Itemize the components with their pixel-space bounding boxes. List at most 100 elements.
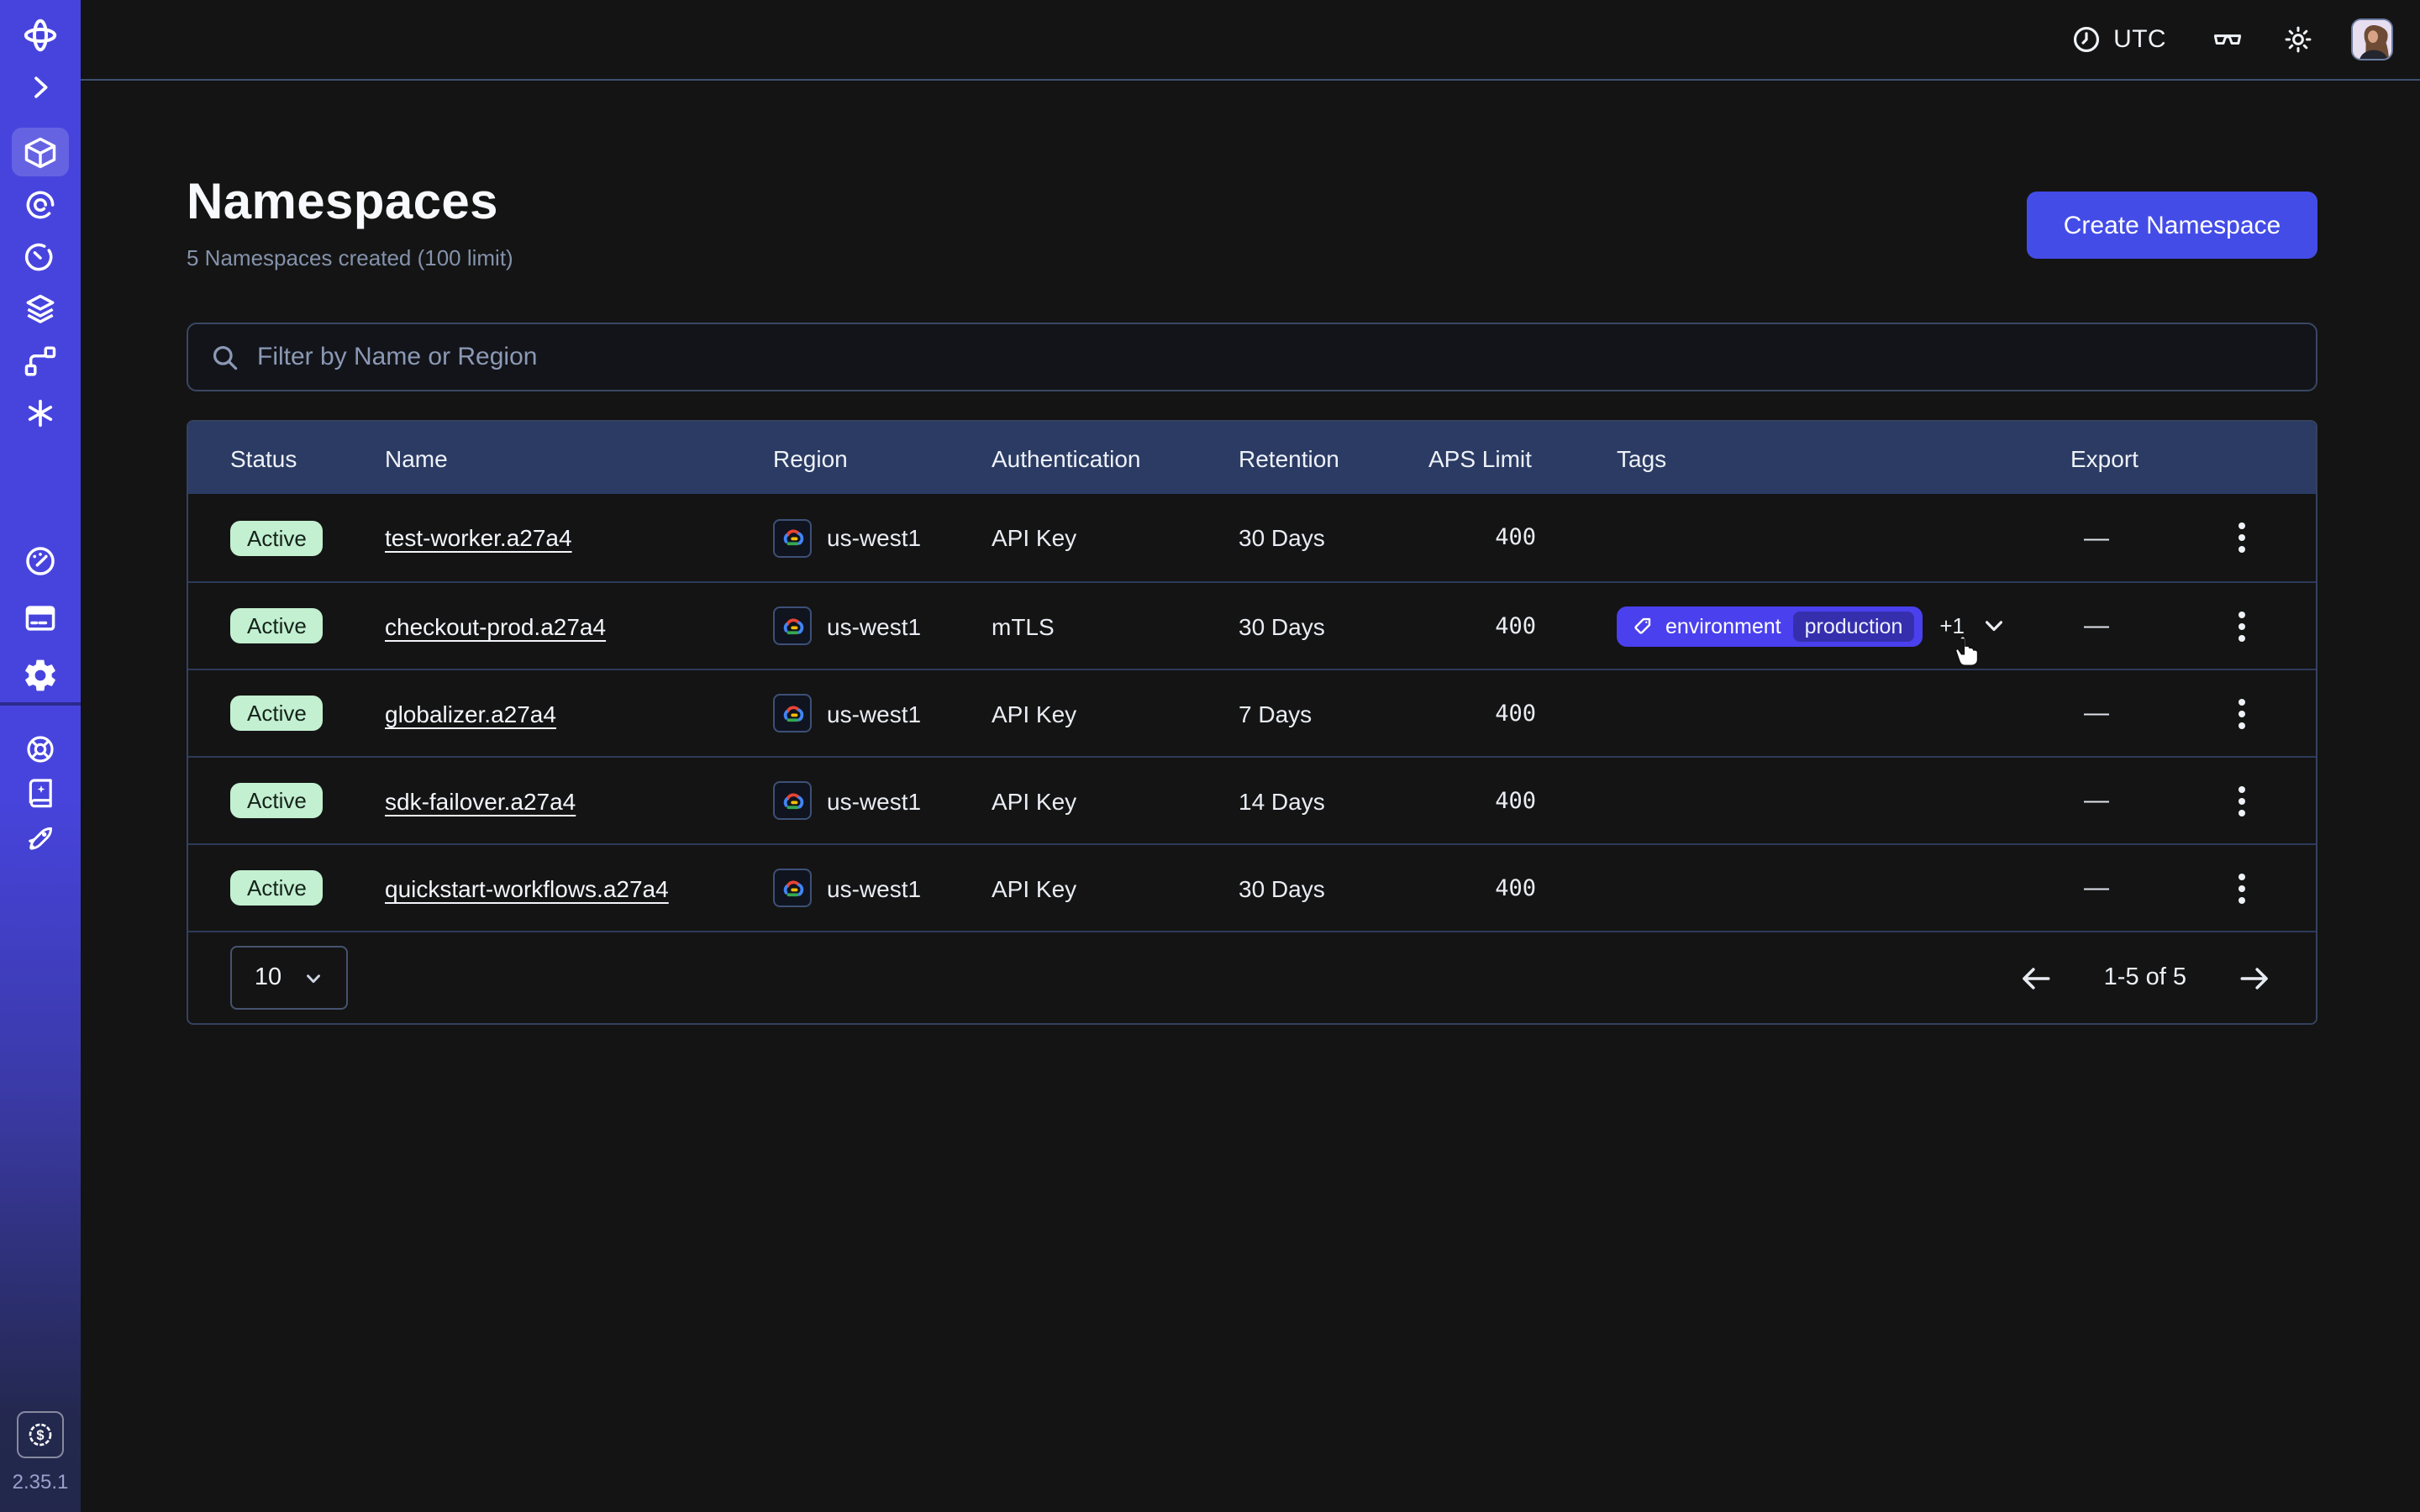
book-icon[interactable] [24, 776, 57, 810]
rocket-icon[interactable] [24, 822, 57, 855]
region-name: us-west1 [827, 787, 921, 814]
auth-cell: API Key [992, 524, 1239, 551]
auth-cell: API Key [992, 874, 1239, 901]
tags-expand-chevron-icon[interactable] [1981, 613, 2007, 638]
col-export: Export [2070, 444, 2316, 471]
google-cloud-icon [773, 518, 812, 557]
gauge-icon[interactable] [22, 543, 59, 580]
status-cell: Active [230, 783, 385, 818]
status-cell: Active [230, 696, 385, 731]
region-cell: us-west1 [773, 694, 992, 732]
col-name: Name [385, 444, 773, 471]
timer-icon[interactable] [22, 239, 59, 276]
status-cell: Active [230, 870, 385, 906]
billing-card-icon[interactable] [22, 600, 59, 637]
dollar-badge-icon[interactable]: $ [17, 1411, 64, 1458]
timezone-label: UTC [2113, 25, 2166, 54]
namespace-link[interactable]: quickstart-workflows.a27a4 [385, 874, 669, 901]
region-cell: us-west1 [773, 606, 992, 645]
tags-more-count: +1 [1939, 613, 1965, 638]
page-title: Namespaces [187, 175, 498, 232]
graph-icon[interactable] [22, 343, 59, 380]
region-name: us-west1 [827, 612, 921, 639]
col-tags: Tags [1617, 444, 2070, 471]
export-cell: — [2070, 691, 2316, 735]
row-menu-button[interactable] [2232, 516, 2252, 559]
table-row: Active checkout-prod.a27a4 us-west1 mTLS… [188, 581, 2316, 669]
namespace-link[interactable]: globalizer.a27a4 [385, 700, 556, 727]
export-cell: — [2070, 604, 2316, 648]
retention-cell: 30 Days [1239, 874, 1428, 901]
name-cell: globalizer.a27a4 [385, 700, 773, 727]
search-icon [210, 342, 240, 372]
filter-input[interactable] [257, 324, 2316, 390]
status-badge: Active [230, 696, 324, 731]
status-badge: Active [230, 783, 324, 818]
region-cell: us-west1 [773, 869, 992, 907]
status-badge: Active [230, 520, 324, 555]
timezone-selector[interactable]: UTC [2070, 24, 2166, 55]
aps-limit-cell: 400 [1428, 700, 1617, 727]
cube-icon[interactable] [22, 134, 59, 171]
namespace-link[interactable]: checkout-prod.a27a4 [385, 612, 606, 639]
name-cell: test-worker.a27a4 [385, 524, 773, 551]
export-value: — [2084, 612, 2109, 640]
temporal-logo[interactable] [20, 15, 60, 55]
region-name: us-west1 [827, 874, 921, 901]
col-status: Status [230, 444, 385, 471]
aps-limit-cell: 400 [1428, 612, 1617, 639]
export-value: — [2084, 786, 2109, 815]
tag-pill[interactable]: environment production [1617, 606, 1923, 646]
google-cloud-icon [773, 869, 812, 907]
retention-cell: 30 Days [1239, 524, 1428, 551]
aps-limit-cell: 400 [1428, 787, 1617, 814]
table-row: Active quickstart-workflows.a27a4 us-wes… [188, 843, 2316, 931]
row-menu-button[interactable] [2232, 866, 2252, 910]
row-menu-button[interactable] [2232, 779, 2252, 822]
google-cloud-icon [773, 606, 812, 645]
next-page-button[interactable] [2233, 957, 2275, 999]
retention-cell: 7 Days [1239, 700, 1428, 727]
lifebuoy-icon[interactable] [24, 732, 57, 766]
chevron-right-icon[interactable] [24, 71, 57, 104]
table-row: Active test-worker.a27a4 us-west1 API Ke… [188, 494, 2316, 581]
asterisk-icon[interactable] [22, 395, 59, 432]
export-cell: — [2070, 866, 2316, 910]
retention-cell: 14 Days [1239, 787, 1428, 814]
retention-cell: 30 Days [1239, 612, 1428, 639]
filter-bar [187, 323, 2317, 391]
row-menu-button[interactable] [2232, 604, 2252, 648]
page-subtitle: 5 Namespaces created (100 limit) [187, 245, 513, 270]
aps-limit-cell: 400 [1428, 874, 1617, 901]
region-cell: us-west1 [773, 518, 992, 557]
pager-range: 1-5 of 5 [2104, 964, 2186, 991]
app-window: $ 2.35.1 UTC [0, 0, 2420, 1512]
row-menu-button[interactable] [2232, 691, 2252, 735]
table-row: Active globalizer.a27a4 us-west1 API Key… [188, 669, 2316, 756]
col-region: Region [773, 444, 992, 471]
namespaces-table: Status Name Region Authentication Retent… [187, 420, 2317, 1025]
table-row: Active sdk-failover.a27a4 us-west1 API K… [188, 756, 2316, 843]
name-cell: quickstart-workflows.a27a4 [385, 874, 773, 901]
prev-page-button[interactable] [2015, 957, 2057, 999]
app-version: 2.35.1 [0, 1470, 81, 1494]
gear-icon[interactable] [22, 657, 59, 694]
layers-icon[interactable] [22, 291, 59, 328]
clock-icon [2070, 24, 2102, 55]
table-footer: 10 1-5 of 5 [188, 931, 2316, 1023]
export-cell: — [2070, 516, 2316, 559]
avatar[interactable] [2351, 18, 2393, 60]
create-namespace-button[interactable]: Create Namespace [2027, 192, 2317, 259]
region-cell: us-west1 [773, 781, 992, 820]
namespace-link[interactable]: test-worker.a27a4 [385, 524, 572, 551]
namespace-link[interactable]: sdk-failover.a27a4 [385, 787, 576, 814]
aps-limit-cell: 400 [1428, 524, 1617, 551]
region-name: us-west1 [827, 700, 921, 727]
google-cloud-icon [773, 694, 812, 732]
spiral-icon[interactable] [22, 186, 59, 223]
table-body: Active test-worker.a27a4 us-west1 API Ke… [188, 494, 2316, 931]
auth-cell: mTLS [992, 612, 1239, 639]
page-size-select[interactable]: 10 [230, 946, 348, 1010]
glasses-icon[interactable] [2210, 22, 2245, 57]
sun-icon[interactable] [2282, 24, 2314, 55]
